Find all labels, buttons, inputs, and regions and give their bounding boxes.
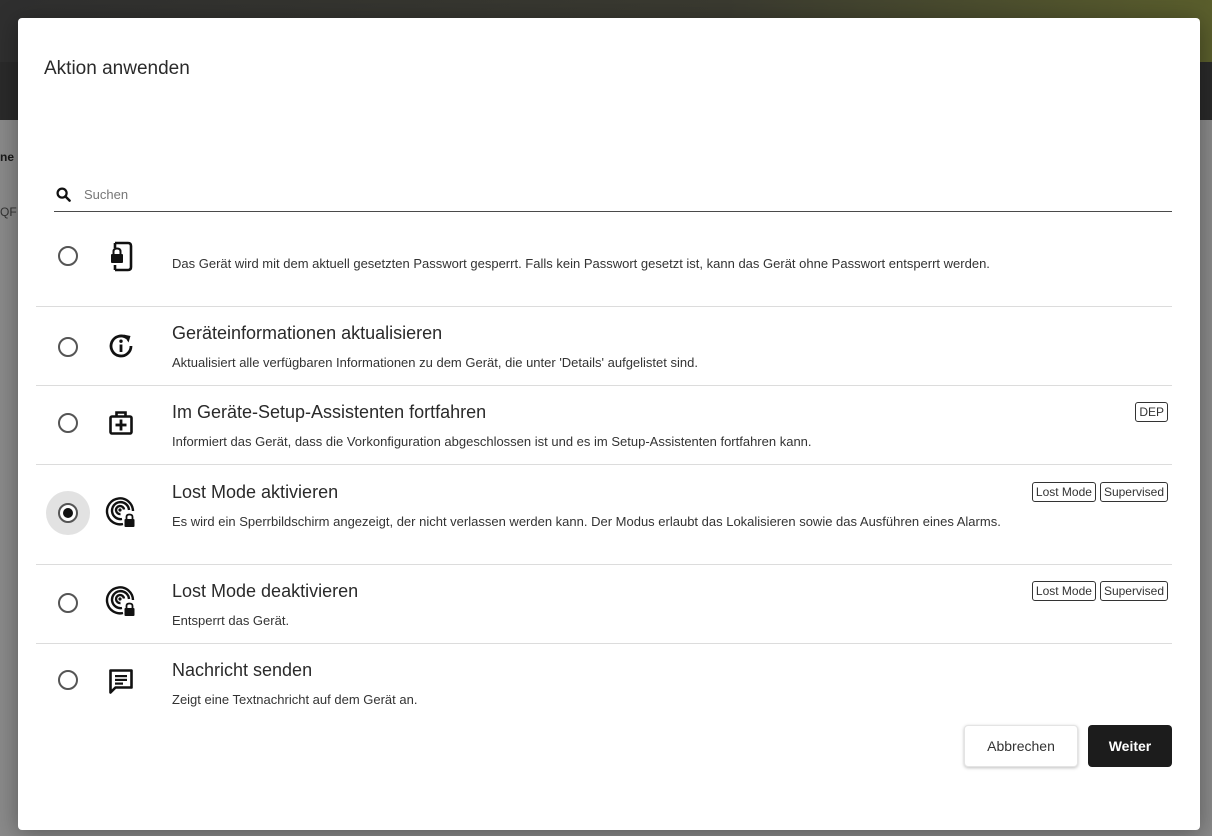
list-item-send-message[interactable]: Nachricht senden Zeigt eine Textnachrich…: [36, 644, 1172, 708]
list-item-update-device-info[interactable]: Geräteinformationen aktualisieren Aktual…: [36, 307, 1172, 386]
supervised-badge: Supervised: [1099, 482, 1168, 502]
badge-group: Lost Mode Supervised: [1031, 581, 1168, 601]
action-title: Nachricht senden: [172, 660, 313, 680]
supervised-badge: Supervised: [1099, 581, 1168, 601]
action-description: Es wird ein Sperrbildschirm angezeigt, d…: [172, 514, 1001, 529]
radio-update-device-info[interactable]: [46, 325, 90, 369]
action-title: Lost Mode aktivieren: [172, 482, 339, 502]
search-bar: [54, 178, 1172, 212]
lost-mode-badge: Lost Mode: [1031, 482, 1096, 502]
medical-bag-icon: [104, 406, 138, 440]
background-text-fragment: QF: [0, 205, 17, 219]
lost-mode-badge: Lost Mode: [1031, 581, 1096, 601]
radar-lock-icon: [104, 496, 138, 530]
search-input[interactable]: [84, 187, 984, 202]
list-item-disable-lost-mode[interactable]: Lost Mode deaktivieren Entsperrt das Ger…: [36, 565, 1172, 644]
dialog-title: Aktion anwenden: [44, 58, 190, 79]
list-item-continue-setup-assistant[interactable]: Im Geräte-Setup-Assistenten fortfahren I…: [36, 386, 1172, 465]
radio-disable-lost-mode[interactable]: [46, 581, 90, 625]
list-item-lock-device[interactable]: Das Gerät wird mit dem aktuell gesetzten…: [36, 228, 1172, 307]
cancel-button[interactable]: Abbrechen: [964, 725, 1078, 767]
action-list: Das Gerät wird mit dem aktuell gesetzten…: [36, 228, 1172, 708]
action-description: Informiert das Gerät, dass die Vorkonfig…: [172, 434, 812, 449]
badge-group: DEP: [1135, 402, 1168, 422]
radio-lock-device[interactable]: [46, 234, 90, 278]
action-title: Lost Mode deaktivieren: [172, 581, 359, 601]
message-icon: [104, 664, 138, 698]
search-icon: [56, 187, 72, 203]
phone-lock-icon: [104, 239, 138, 273]
apply-action-dialog: Aktion anwenden Suchen Das Gerät wird mi…: [18, 18, 1200, 830]
badge-group: Lost Mode Supervised: [1031, 482, 1168, 502]
action-description: Entsperrt das Gerät.: [172, 613, 290, 628]
info-refresh-icon: [104, 329, 138, 363]
radar-lock-icon: [104, 585, 138, 619]
next-button[interactable]: Weiter: [1088, 725, 1172, 767]
action-title: Geräteinformationen aktualisieren: [172, 323, 443, 343]
radio-send-message[interactable]: [46, 658, 90, 702]
background-text-fragment: ne: [0, 150, 15, 164]
dep-badge: DEP: [1135, 402, 1168, 422]
radio-enable-lost-mode[interactable]: [46, 491, 90, 535]
action-title: Im Geräte-Setup-Assistenten fortfahren: [172, 402, 487, 422]
action-description: Zeigt eine Textnachricht auf dem Gerät a…: [172, 692, 418, 707]
action-description: Aktualisiert alle verfügbaren Informatio…: [172, 355, 698, 370]
action-description: Das Gerät wird mit dem aktuell gesetzten…: [172, 256, 990, 271]
list-item-enable-lost-mode[interactable]: Lost Mode aktivieren Es wird ein Sperrbi…: [36, 465, 1172, 565]
radio-continue-setup-assistant[interactable]: [46, 401, 90, 445]
